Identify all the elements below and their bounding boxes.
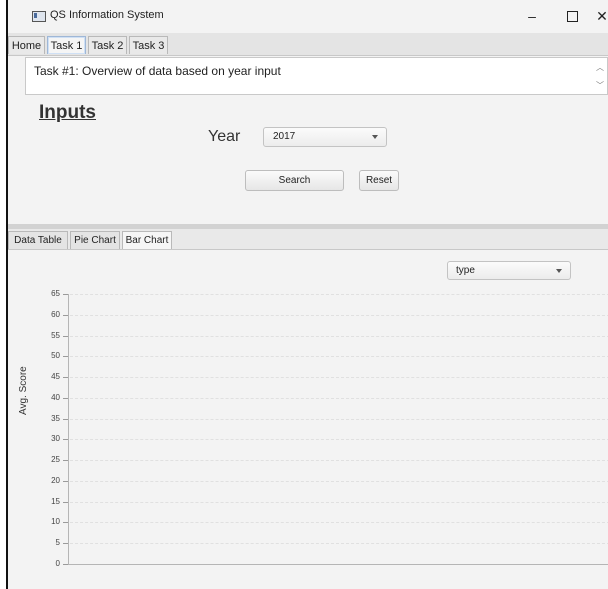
y-tick-mark [63,501,68,503]
chevron-down-icon [372,135,378,139]
x-axis-line [68,564,608,565]
inputs-heading: Inputs [39,102,96,123]
y-axis-line [68,294,69,564]
chevron-down-icon [556,269,562,273]
app-window: QS Information System – ✕ Home Task 1 Ta… [6,0,608,589]
year-select-value: 2017 [273,131,296,142]
y-tick-label: 65 [51,289,60,298]
gridline [70,377,608,379]
tab-pie-chart[interactable]: Pie Chart [70,231,120,249]
y-tick-label: 25 [51,455,60,465]
y-tick-label: 15 [51,496,60,506]
y-tick-label: 0 [55,559,60,568]
y-tick-mark [63,377,68,379]
maximize-button[interactable] [552,0,592,32]
type-select[interactable]: type [447,261,571,280]
y-tick-label: 55 [51,330,60,340]
gridline [70,439,608,441]
task-description-text: Task #1: Overview of data based on year … [34,64,281,78]
y-tick-label: 10 [51,517,60,527]
tab-data-table[interactable]: Data Table [8,231,68,249]
gridline [70,543,608,545]
tab-home[interactable]: Home [8,36,45,54]
tab-task-1[interactable]: Task 1 [47,36,86,54]
title-bar: QS Information System – ✕ [8,0,608,32]
close-button[interactable]: ✕ [592,0,608,32]
y-tick-mark [63,397,68,399]
task-description-area[interactable]: Task #1: Overview of data based on year … [25,57,608,95]
y-tick-mark [63,418,68,420]
type-select-value: type [456,265,475,276]
year-select[interactable]: 2017 [263,127,387,147]
gridline [70,522,608,524]
gridline [70,397,608,399]
main-tab-bar: Home Task 1 Task 2 Task 3 [8,33,608,56]
result-tab-bar: Data Table Pie Chart Bar Chart [8,229,608,250]
close-icon: ✕ [596,7,608,24]
y-tick-mark [63,564,68,565]
y-tick-label: 45 [51,372,60,382]
gridline [70,335,608,337]
tab-task-3[interactable]: Task 3 [129,36,168,54]
tab-task-2[interactable]: Task 2 [88,36,127,54]
gridline [70,356,608,358]
scroll-down-icon[interactable]: ﹀ [596,80,604,91]
y-tick-label: 40 [51,392,60,402]
maximize-icon [566,10,578,22]
y-tick-mark [63,480,68,482]
gridline [70,480,608,482]
app-icon [32,11,46,22]
y-tick-label: 30 [51,434,60,444]
y-tick-label: 35 [51,413,60,423]
y-axis-label: Avg. Score [18,366,29,415]
gridline [70,418,608,420]
y-tick-label: 60 [51,309,60,319]
reset-button[interactable]: Reset [359,170,399,191]
tab-bar-chart[interactable]: Bar Chart [122,231,172,249]
gridline [70,314,608,316]
search-button[interactable]: Search [245,170,344,191]
gridline [70,501,608,503]
y-tick-mark [63,460,68,462]
year-label: Year [208,128,241,145]
y-tick-mark [63,543,68,545]
y-tick-mark [63,356,68,358]
y-tick-mark [63,522,68,524]
y-tick-mark [63,439,68,441]
minimize-button[interactable]: – [512,0,552,32]
y-tick-label: 5 [55,538,60,548]
scroll-up-icon[interactable]: ︿ [596,62,604,73]
minimize-icon: – [528,8,536,24]
gridline [70,294,608,295]
y-tick-mark [63,335,68,337]
y-tick-label: 50 [51,351,60,361]
gridline [70,460,608,462]
y-tick-mark [63,314,68,316]
y-tick-label: 20 [51,475,60,485]
y-tick-mark [63,294,68,295]
window-title: QS Information System [50,9,164,21]
